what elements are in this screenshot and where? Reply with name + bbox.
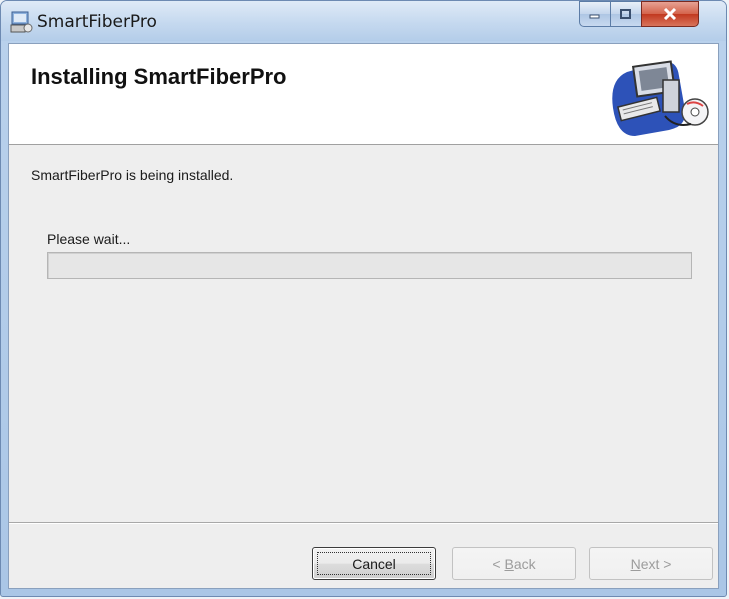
status-message: SmartFiberPro is being installed. [31, 167, 234, 183]
close-button[interactable] [641, 1, 699, 27]
next-label-rest: ext > [640, 555, 672, 572]
next-button[interactable]: Next > [589, 547, 713, 580]
installer-icon [10, 11, 33, 33]
minimize-icon [589, 14, 600, 19]
minimize-button[interactable] [579, 1, 611, 27]
close-icon [663, 8, 677, 20]
cancel-button[interactable]: Cancel [312, 547, 436, 580]
wait-label: Please wait... [47, 231, 131, 247]
focus-rectangle [317, 552, 431, 575]
maximize-button[interactable] [610, 1, 642, 27]
next-label-mnemonic: N [630, 555, 641, 572]
title-bar[interactable]: SmartFiberPro [1, 1, 726, 41]
dialog-client-area: Installing SmartFiberPro SmartFiberPro i… [8, 43, 719, 589]
install-progress-bar [47, 252, 692, 279]
back-label-mnemonic: B [504, 555, 514, 572]
back-button[interactable]: < Back [452, 547, 576, 580]
window-title: SmartFiberPro [37, 12, 157, 32]
footer-divider-highlight [9, 523, 718, 524]
maximize-icon [620, 8, 631, 19]
installer-window: SmartFiberPro Installing SmartFiberPro S… [0, 0, 727, 597]
back-label-prefix: < [492, 555, 505, 572]
back-label-rest: ack [513, 555, 536, 572]
page-title: Installing SmartFiberPro [31, 64, 287, 89]
computer-disk-icon [612, 60, 709, 136]
header-banner: Installing SmartFiberPro [9, 44, 718, 145]
